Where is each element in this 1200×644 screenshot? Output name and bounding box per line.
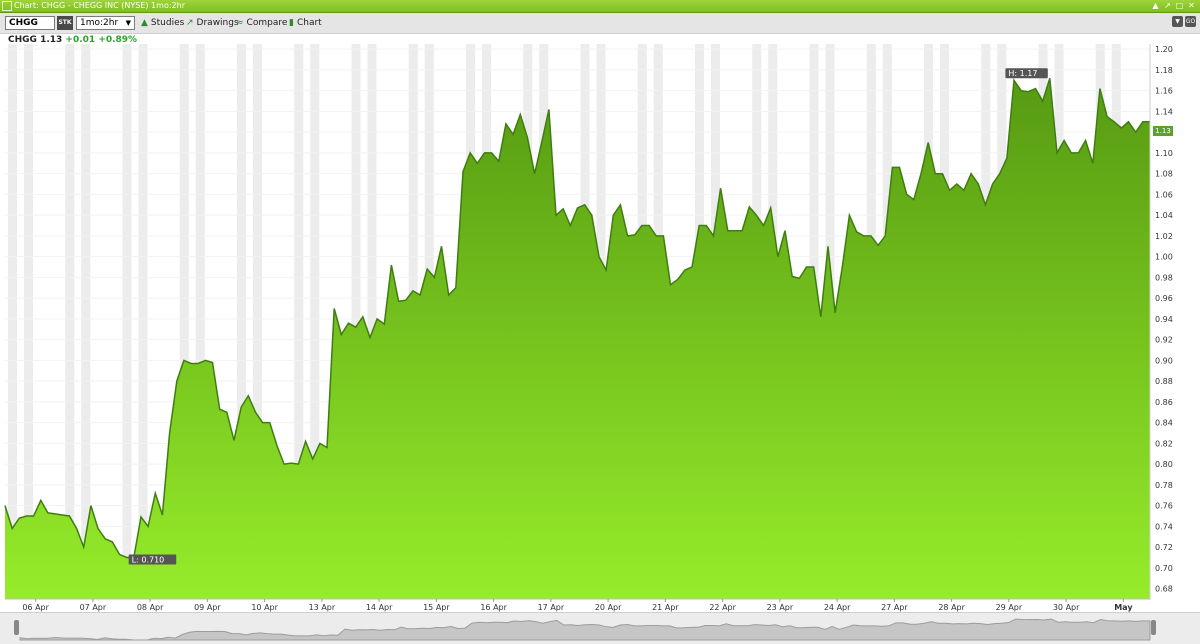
y-tick-label: 0.76 — [1155, 502, 1173, 511]
navigator-left-handle[interactable] — [14, 620, 19, 635]
x-tick-label: 07 Apr — [80, 603, 107, 612]
x-tick-label: 10 Apr — [251, 603, 278, 612]
y-tick-label: 1.16 — [1155, 87, 1173, 96]
x-tick-label: 22 Apr — [709, 603, 736, 612]
svg-text:L: 0.710: L: 0.710 — [132, 556, 165, 565]
x-tick-label: 30 Apr — [1053, 603, 1080, 612]
y-tick-label: 1.10 — [1155, 149, 1173, 158]
y-tick-label: 1.08 — [1155, 170, 1173, 179]
x-tick-label: 15 Apr — [423, 603, 450, 612]
x-tick-label: 27 Apr — [881, 603, 908, 612]
x-tick-label: May — [1114, 603, 1133, 612]
y-tick-label: 1.06 — [1155, 190, 1173, 199]
y-tick-label: 1.18 — [1155, 66, 1173, 75]
y-tick-label: 0.90 — [1155, 356, 1173, 365]
y-tick-label: 0.68 — [1155, 585, 1173, 594]
y-tick-label: 0.88 — [1155, 377, 1173, 386]
x-tick-label: 20 Apr — [595, 603, 622, 612]
y-tick-label: 1.14 — [1155, 107, 1173, 116]
y-tick-label: 0.96 — [1155, 294, 1173, 303]
x-tick-label: 13 Apr — [309, 603, 336, 612]
y-tick-label: 0.86 — [1155, 398, 1173, 407]
y-tick-label: 0.70 — [1155, 564, 1173, 573]
y-tick-label: 0.98 — [1155, 273, 1173, 282]
session-stripe — [8, 44, 17, 599]
low-marker: L: 0.710 — [128, 554, 177, 565]
last-price-tag: 1.13 — [1153, 126, 1173, 136]
x-tick-label: 08 Apr — [137, 603, 164, 612]
x-tick-label: 06 Apr — [22, 603, 49, 612]
session-stripe — [122, 44, 132, 599]
y-tick-label: 1.20 — [1155, 45, 1173, 54]
y-tick-label: 0.84 — [1155, 419, 1173, 428]
y-tick-label: 0.82 — [1155, 439, 1173, 448]
x-tick-label: 09 Apr — [194, 603, 221, 612]
y-tick-label: 0.78 — [1155, 481, 1173, 490]
y-tick-label: 0.72 — [1155, 543, 1173, 552]
navigator-sparkline — [19, 618, 1151, 641]
price-area — [5, 78, 1150, 599]
x-tick-label: 17 Apr — [538, 603, 565, 612]
x-tick-label: 14 Apr — [366, 603, 393, 612]
navigator-bar[interactable] — [0, 612, 1200, 644]
session-stripe — [138, 44, 148, 599]
x-tick-label: 23 Apr — [767, 603, 794, 612]
y-tick-label: 0.74 — [1155, 522, 1173, 531]
y-tick-label: 1.04 — [1155, 211, 1173, 220]
y-tick-label: 0.94 — [1155, 315, 1173, 324]
navigator-right-handle[interactable] — [1151, 620, 1156, 635]
x-tick-label: 21 Apr — [652, 603, 679, 612]
x-tick-label: 28 Apr — [938, 603, 965, 612]
price-chart[interactable]: 0.68 0.70 0.72 0.74 0.76 0.78 0.80 0.82 0.84 0.86… — [0, 0, 1200, 612]
high-marker: H: 1.17 — [1005, 68, 1048, 79]
y-tick-label: 0.92 — [1155, 336, 1173, 345]
y-tick-label: 1.02 — [1155, 232, 1173, 241]
x-tick-label: 16 Apr — [480, 603, 507, 612]
y-tick-label: 0.80 — [1155, 460, 1173, 469]
x-tick-label: 24 Apr — [824, 603, 851, 612]
y-tick-label: 1.00 — [1155, 253, 1173, 262]
svg-text:H: 1.17: H: 1.17 — [1008, 69, 1037, 78]
x-tick-label: 29 Apr — [996, 603, 1023, 612]
